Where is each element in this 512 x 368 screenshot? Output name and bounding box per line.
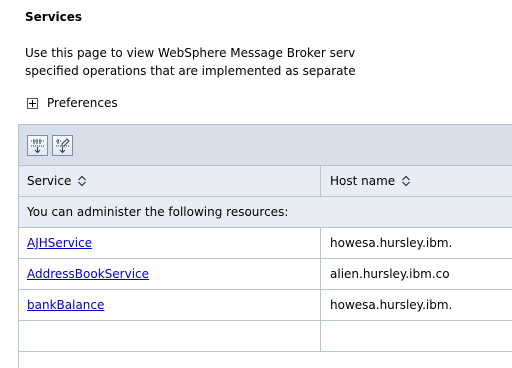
description-line-1: Use this page to view WebSphere Message … bbox=[25, 46, 356, 60]
table-group-row: You can administer the following resourc… bbox=[19, 197, 512, 228]
service-cell bbox=[19, 321, 321, 351]
service-link[interactable]: AddressBookService bbox=[27, 267, 149, 281]
sort-arrows-icon[interactable] bbox=[77, 175, 87, 187]
description-line-2: specified operations that are implemente… bbox=[25, 64, 356, 78]
column-header-host-name[interactable]: Host name bbox=[322, 166, 512, 196]
preferences-label[interactable]: Preferences bbox=[47, 96, 118, 110]
select-all-icon bbox=[31, 139, 44, 154]
host-cell: alien.hursley.ibm.co bbox=[330, 267, 450, 281]
group-label: You can administer the following resourc… bbox=[27, 205, 289, 219]
sort-arrows-icon[interactable] bbox=[401, 175, 411, 187]
host-cell: howesa.hursley.ibm. bbox=[330, 236, 453, 250]
table-row: bankBalance howesa.hursley.ibm. bbox=[19, 290, 512, 321]
table-header-row: Service Host name bbox=[19, 166, 512, 197]
expand-plus-icon[interactable] bbox=[27, 97, 38, 109]
column-header-service-label[interactable]: Service bbox=[27, 174, 71, 188]
table-row bbox=[19, 321, 512, 352]
host-cell: howesa.hursley.ibm. bbox=[330, 298, 453, 312]
column-header-host-name-label[interactable]: Host name bbox=[330, 174, 395, 188]
page-title: Services bbox=[25, 10, 83, 24]
table-row: AJHService howesa.hursley.ibm. bbox=[19, 228, 512, 259]
service-cell: AJHService bbox=[19, 228, 321, 258]
services-table: Service Host name You can administer the… bbox=[18, 124, 512, 368]
services-page: Services Use this page to view WebSphere… bbox=[0, 0, 512, 368]
service-cell: AddressBookService bbox=[19, 259, 321, 289]
select-all-button[interactable] bbox=[27, 135, 48, 156]
column-header-service[interactable]: Service bbox=[19, 166, 321, 196]
host-cell bbox=[322, 321, 512, 351]
page-description: Use this page to view WebSphere Message … bbox=[25, 44, 356, 80]
deselect-all-icon bbox=[56, 138, 70, 154]
preferences-section[interactable]: Preferences bbox=[27, 96, 118, 110]
deselect-all-button[interactable] bbox=[52, 135, 73, 156]
service-link[interactable]: bankBalance bbox=[27, 298, 104, 312]
table-row: AddressBookService alien.hursley.ibm.co bbox=[19, 259, 512, 290]
table-toolbar bbox=[19, 125, 512, 166]
service-link[interactable]: AJHService bbox=[27, 236, 92, 250]
service-cell: bankBalance bbox=[19, 290, 321, 320]
